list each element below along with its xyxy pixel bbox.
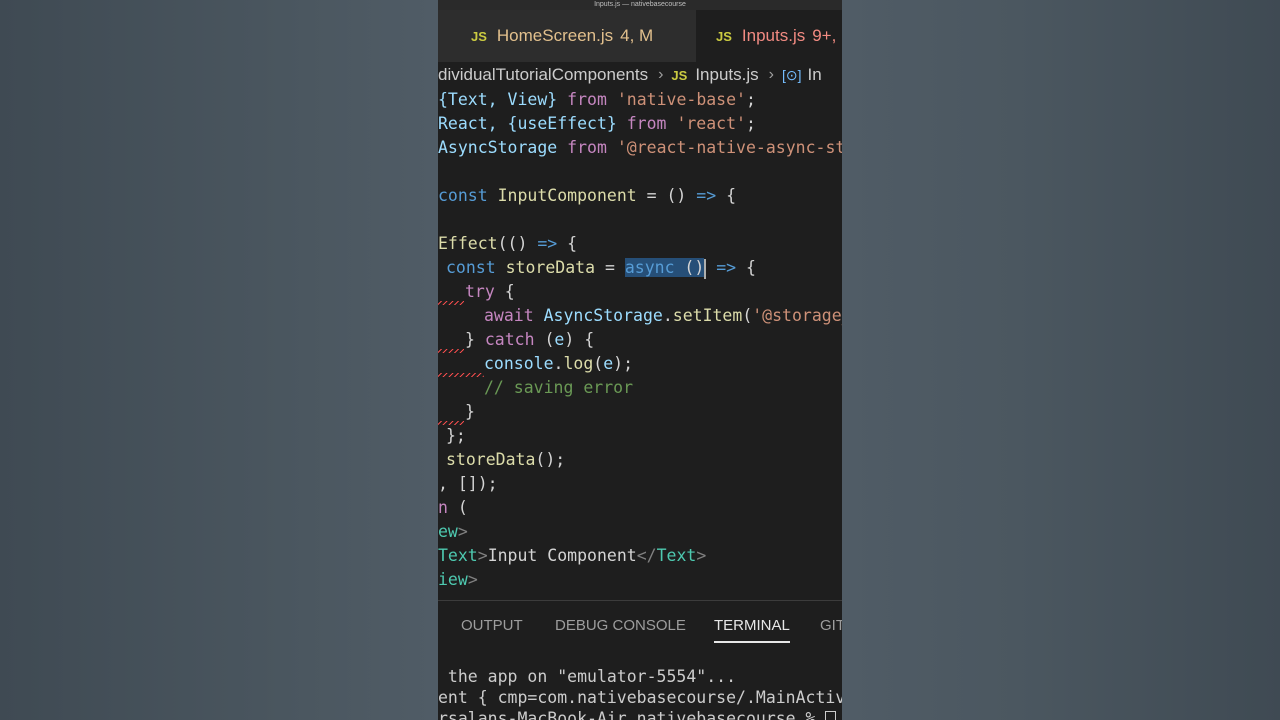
code-line: , []); (438, 474, 498, 493)
error-squiggle (438, 349, 464, 353)
js-file-icon: JS (716, 28, 732, 44)
tab-homescreen[interactable]: JS HomeScreen.js 4, M (438, 10, 696, 62)
error-squiggle (438, 373, 484, 377)
code-line: iew> (438, 570, 478, 589)
error-squiggle (438, 421, 464, 425)
code-line: const storeData = async () => { (446, 258, 756, 279)
tab-status: 9+, (812, 26, 837, 45)
code-line: await AsyncStorage.setItem('@storage_ (484, 306, 842, 325)
error-squiggle (438, 301, 464, 305)
code-line: AsyncStorage from '@react-native-async-s… (438, 138, 842, 157)
js-file-icon: JS (471, 28, 487, 44)
code-line: n ( (438, 498, 468, 517)
tab-label: Inputs.js (741, 26, 806, 45)
symbol-variable-icon: [⊙] (781, 66, 802, 83)
terminal-cursor (825, 710, 837, 720)
window-title: Inputs.js — nativebasecourse (438, 0, 842, 10)
editor-tab-bar: JS HomeScreen.js 4, M JS Inputs.js 9+, (438, 10, 842, 62)
terminal-line: the app on "emulator-5554"... (438, 667, 737, 686)
code-line: } (465, 402, 475, 421)
code-line: Effect(() => { (438, 234, 578, 253)
js-file-icon: JS (671, 67, 688, 83)
active-tab-indicator (714, 641, 790, 643)
right-background (842, 0, 1280, 720)
tab-terminal[interactable]: TERMINAL (714, 617, 790, 634)
code-area[interactable]: {Text, View} from 'native-base'; React, … (438, 88, 842, 600)
code-line: } catch (e) { (465, 330, 595, 349)
code-line: // saving error (484, 378, 634, 397)
tab-output[interactable]: OUTPUT (461, 617, 523, 634)
code-line: {Text, View} from 'native-base'; (438, 90, 756, 109)
breadcrumb-symbol[interactable]: In (807, 65, 821, 85)
tab-label: HomeScreen.js (496, 26, 614, 45)
left-background (0, 0, 438, 720)
code-line: Text>Input Component</Text> (438, 546, 707, 565)
terminal-prompt[interactable]: rsalans-MacBook-Air nativebasecourse % (438, 708, 837, 720)
code-line: ew> (438, 522, 468, 541)
tab-status: 4, M (620, 26, 654, 45)
tab-debug-console[interactable]: DEBUG CONSOLE (555, 617, 686, 634)
chevron-right-icon: › (768, 66, 774, 83)
code-line: React, {useEffect} from 'react'; (438, 114, 756, 133)
breadcrumb-folder[interactable]: dividualTutorialComponents (438, 65, 648, 85)
selected-text: async () (624, 258, 705, 277)
tab-inputs[interactable]: JS Inputs.js 9+, (696, 10, 842, 62)
bottom-panel: OUTPUT DEBUG CONSOLE TERMINAL GIT the ap… (438, 600, 842, 720)
tab-git[interactable]: GIT (820, 617, 842, 634)
terminal-prompt-text: rsalans-MacBook-Air nativebasecourse % (438, 709, 826, 720)
breadcrumb: dividualTutorialComponents › JS Inputs.j… (438, 62, 842, 88)
code-editor-window: Inputs.js — nativebasecourse JS HomeScre… (438, 0, 842, 720)
code-line: const InputComponent = () => { (438, 186, 737, 205)
code-line: storeData(); (446, 450, 566, 469)
code-line: try { (465, 282, 515, 301)
code-line: console.log(e); (484, 354, 634, 373)
chevron-right-icon: › (658, 66, 664, 83)
code-line: }; (446, 426, 466, 445)
terminal-line: ent { cmp=com.nativebasecourse/.MainActi… (438, 688, 842, 707)
breadcrumb-file[interactable]: Inputs.js (695, 65, 758, 85)
